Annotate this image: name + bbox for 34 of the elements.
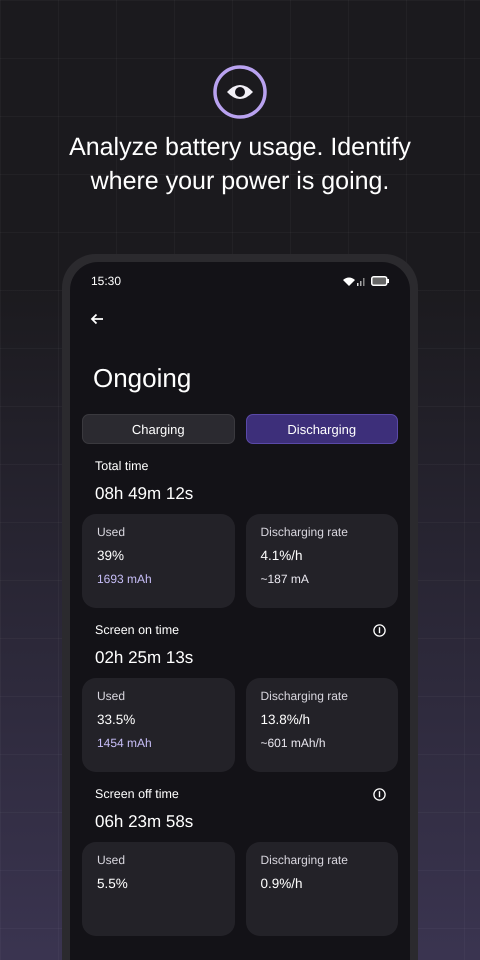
battery-icon [371,276,389,286]
back-arrow-icon [90,313,104,325]
tab[interactable]: Discharging [246,414,398,444]
section-title: Screen on time [95,623,180,637]
headline: Analyze battery usage. Identify where your power is going. [68,132,412,197]
duration-value: 06h 23m 58s [95,812,194,832]
stat-value: 39% [97,548,124,563]
stat-value: 33.5% [97,712,136,727]
stat-detail: ~601 mAh/h [260,736,326,750]
info-icon[interactable] [373,624,386,636]
stat-value: 0.9%/h [260,876,303,891]
stat-detail: 1693 mAh [97,572,152,586]
section-title: Screen off time [95,787,179,801]
stat-value: 4.1%/h [260,548,303,563]
stat-detail: ~187 mA [260,572,309,586]
stat-value: 13.8%/h [260,712,310,727]
status-time: 15:30 [91,274,122,288]
stat-detail: 1454 mAh [97,736,152,750]
info-icon[interactable] [373,788,386,800]
wifi-icon [343,276,355,286]
eye-icon [212,64,268,120]
stat-label: Used [97,525,126,539]
stat-label: Used [97,689,126,703]
stat-label: Used [97,853,126,867]
duration-value: 08h 49m 12s [95,484,194,504]
stat-label: Discharging rate [260,689,348,703]
signal-icon [357,276,365,286]
section-title: Total time [95,459,148,473]
page-title: Ongoing [93,363,192,395]
tab[interactable]: Charging [82,414,234,444]
stat-value: 5.5% [97,876,128,891]
stat-label: Discharging rate [260,525,348,539]
stat-label: Discharging rate [260,853,348,867]
duration-value: 02h 25m 13s [95,648,194,668]
